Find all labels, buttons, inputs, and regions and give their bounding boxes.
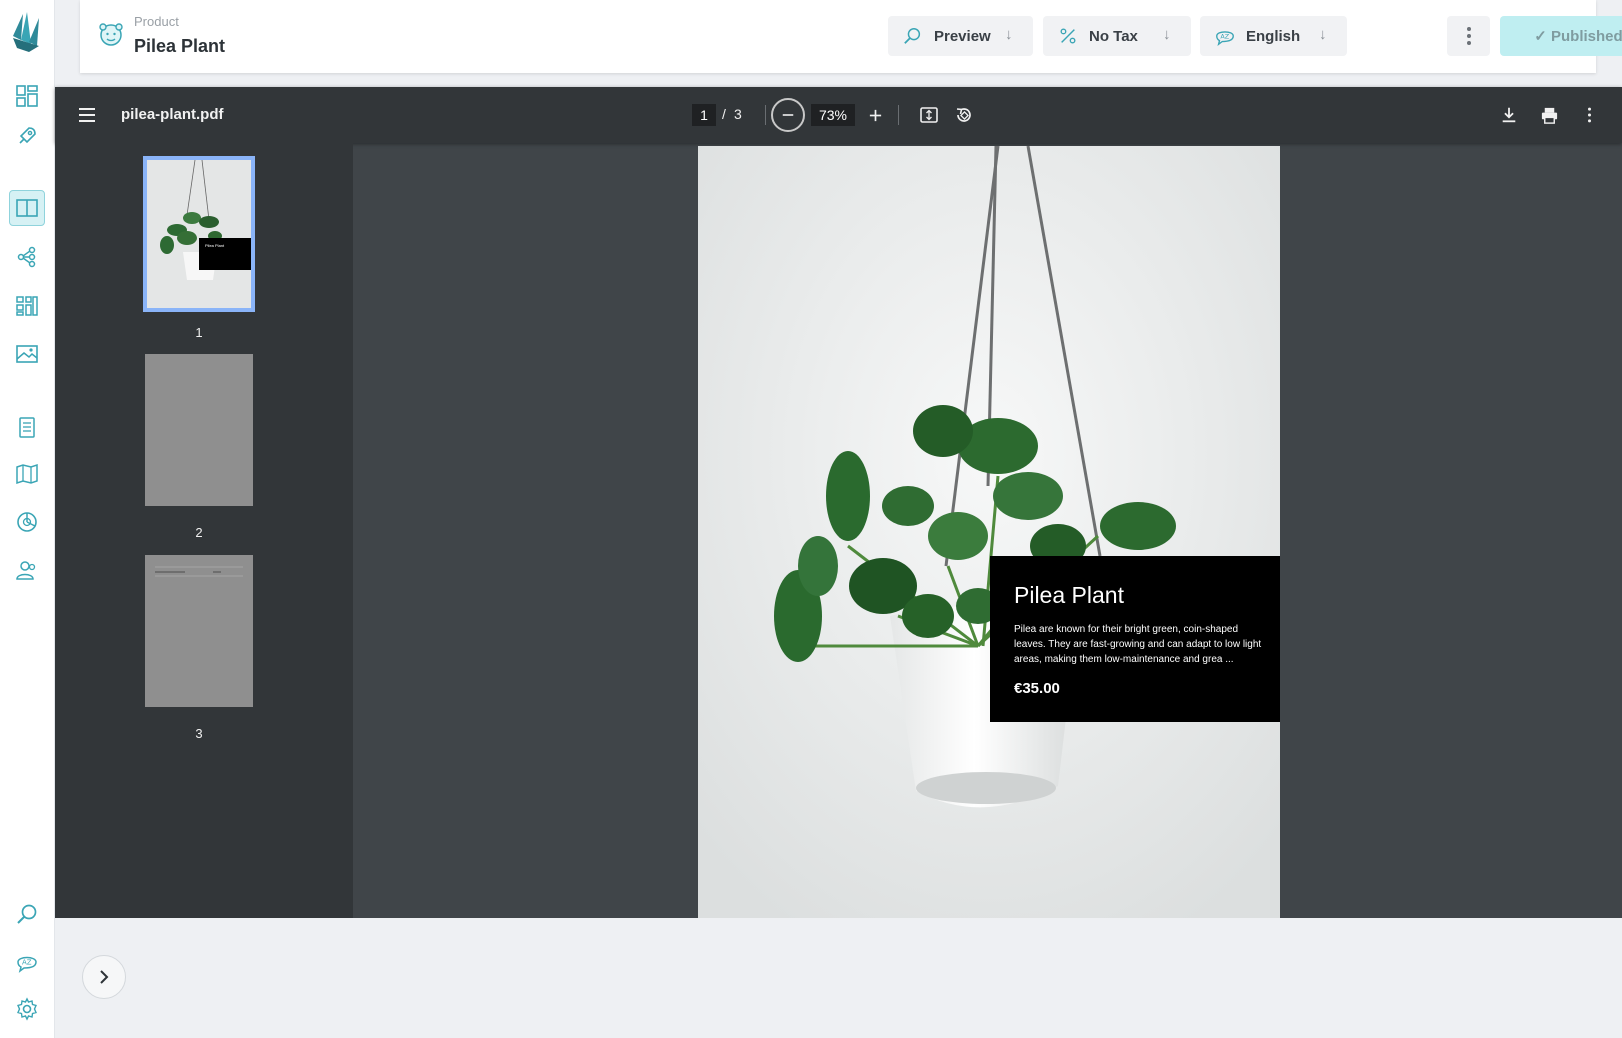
book-icon[interactable] xyxy=(9,190,45,226)
pdf-viewer: pilea-plant.pdf 1 / 3 73% Pilea Plant 1 … xyxy=(55,87,1622,918)
expand-panel-button[interactable] xyxy=(82,955,126,999)
published-button[interactable]: ✓ Published xyxy=(1500,16,1622,56)
toolbar-divider xyxy=(898,105,899,125)
product-avatar-icon xyxy=(97,20,125,48)
zoom-in-button[interactable] xyxy=(861,101,889,129)
pdf-toolbar: pilea-plant.pdf 1 / 3 73% xyxy=(55,87,1622,143)
translate-icon[interactable]: AZ xyxy=(9,944,45,980)
page-title: Pilea Plant xyxy=(134,36,226,56)
preview-button[interactable]: Preview ↓ xyxy=(888,16,1033,56)
dashboard-icon[interactable] xyxy=(9,78,45,114)
rocket-icon[interactable] xyxy=(9,118,45,154)
language-button[interactable]: AZ English ↓ xyxy=(1200,16,1347,56)
search-icon xyxy=(902,25,924,47)
print-icon xyxy=(1541,107,1557,124)
tax-button[interactable]: No Tax ↓ xyxy=(1043,16,1191,56)
zoom-level[interactable]: 73% xyxy=(811,104,855,126)
plant-thumbnail-image xyxy=(147,160,251,308)
product-info-card: Pilea Plant Pilea are known for their br… xyxy=(990,556,1280,722)
translate-icon: AZ xyxy=(1214,25,1236,47)
print-button[interactable] xyxy=(1535,101,1563,129)
download-icon xyxy=(1502,107,1516,123)
search-icon[interactable] xyxy=(9,896,45,932)
product-header: Product Pilea Plant Preview ↓ No Tax ↓ A… xyxy=(80,0,1622,73)
gear-icon[interactable] xyxy=(9,991,45,1027)
image-icon[interactable] xyxy=(9,336,45,372)
chart-icon[interactable] xyxy=(9,504,45,540)
arrow-down-icon: ↓ xyxy=(1319,26,1327,43)
thumbnail-number: 1 xyxy=(195,325,203,340)
minus-icon xyxy=(782,114,794,116)
map-icon[interactable] xyxy=(9,456,45,492)
chevron-right-icon xyxy=(100,970,109,984)
percent-icon xyxy=(1057,25,1079,47)
menu-icon[interactable] xyxy=(77,105,97,125)
pilea-plant-photo xyxy=(698,146,1280,918)
clipboard-icon[interactable] xyxy=(9,409,45,445)
pdf-page: Pilea Plant Pilea are known for their br… xyxy=(698,146,1280,918)
kebab-icon xyxy=(1587,107,1591,123)
thumbnail-page-2[interactable] xyxy=(145,354,253,506)
product-card-price: €35.00 xyxy=(1014,680,1060,697)
svg-text:AZ: AZ xyxy=(1220,32,1229,40)
arrow-down-icon: ↓ xyxy=(1163,26,1171,43)
more-actions-button[interactable] xyxy=(1575,101,1603,129)
fit-page-icon xyxy=(920,107,938,123)
toolbar-divider xyxy=(765,105,766,125)
thumbnail-sidebar: Pilea Plant 1 2 3 xyxy=(55,143,353,918)
users-icon[interactable] xyxy=(9,552,45,588)
download-button[interactable] xyxy=(1495,101,1523,129)
fit-page-button[interactable] xyxy=(915,101,943,129)
page-separator: / xyxy=(722,106,726,122)
page-number-input[interactable]: 1 xyxy=(692,104,716,126)
tax-label: No Tax xyxy=(1089,27,1138,45)
svg-text:AZ: AZ xyxy=(22,959,32,967)
page-3-preview xyxy=(155,566,243,577)
more-options-button[interactable] xyxy=(1447,16,1490,56)
preview-label: Preview xyxy=(934,27,991,45)
page-total: 3 xyxy=(734,106,742,122)
share-nodes-icon[interactable] xyxy=(9,239,45,275)
thumbnail-number: 3 xyxy=(195,726,203,741)
thumbnail-number: 2 xyxy=(195,525,203,540)
product-card-title: Pilea Plant xyxy=(1014,582,1124,608)
zoom-out-button[interactable] xyxy=(771,98,805,132)
header-label: Product xyxy=(134,14,179,29)
rotate-icon xyxy=(956,108,971,122)
language-label: English xyxy=(1246,27,1301,45)
rotate-button[interactable] xyxy=(950,101,978,129)
thumb-card-title: Pilea Plant xyxy=(205,243,225,248)
sidebar: AZ xyxy=(0,0,55,1038)
arrow-down-icon: ↓ xyxy=(1005,26,1013,43)
product-card-description: Pilea are known for their bright green, … xyxy=(1014,624,1262,665)
thumbnail-page-3[interactable] xyxy=(145,555,253,707)
plus-icon xyxy=(869,109,881,121)
thumbnail-page-1[interactable]: Pilea Plant xyxy=(143,156,255,312)
logo-icon[interactable] xyxy=(9,10,45,54)
pdf-filename: pilea-plant.pdf xyxy=(121,106,224,123)
kebab-icon xyxy=(1466,27,1471,45)
grid-icon[interactable] xyxy=(9,288,45,324)
